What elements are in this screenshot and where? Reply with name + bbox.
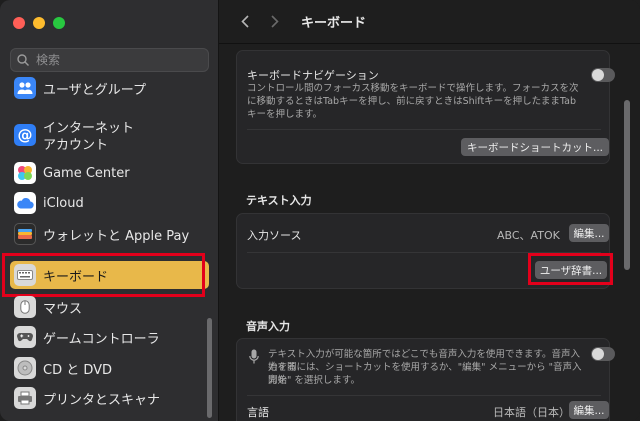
main-scrollbar[interactable] bbox=[624, 100, 630, 270]
sidebar-item-mouse[interactable]: マウス bbox=[10, 295, 209, 319]
sidebar-item-label: アカウント bbox=[43, 138, 109, 153]
main-pane: キーボード キーボードナビゲーション コントロール間のフォーカス移動をキーボード… bbox=[219, 0, 640, 421]
sidebar-item-users-groups[interactable]: ユーザとグループ bbox=[10, 77, 209, 99]
sidebar-item-game-controllers[interactable]: ゲームコントローラ bbox=[10, 325, 209, 349]
sidebar-item-icloud[interactable]: iCloud bbox=[10, 191, 209, 215]
language-edit-button[interactable]: 編集... bbox=[569, 401, 609, 419]
input-source-value: ABC、ATOK bbox=[497, 229, 560, 242]
search-input[interactable] bbox=[34, 52, 198, 68]
sidebar-item-printers-scanners[interactable]: プリンタとスキャナ bbox=[10, 386, 209, 410]
keyboard-navigation-group: キーボードナビゲーション コントロール間のフォーカス移動をキーボードで操作します… bbox=[236, 50, 615, 164]
sidebar-item-label: マウス bbox=[43, 301, 83, 317]
gamepad-icon bbox=[14, 326, 36, 348]
sidebar-item-cd-dvd[interactable]: CD と DVD bbox=[10, 356, 209, 380]
keyboard-shortcuts-button[interactable]: キーボードショートカット... bbox=[461, 138, 609, 156]
keyboard-navigation-label: キーボードナビゲーション bbox=[247, 69, 379, 82]
wallet-icon bbox=[14, 223, 36, 245]
back-chevron-icon[interactable] bbox=[235, 12, 255, 32]
divider bbox=[247, 395, 601, 396]
sidebar-item-wallet-apple-pay[interactable]: ウォレットと Apple Pay bbox=[10, 222, 209, 246]
sidebar-item-label: ウォレットと Apple Pay bbox=[43, 228, 190, 244]
search-icon bbox=[17, 54, 29, 66]
close-window-button[interactable] bbox=[13, 17, 25, 29]
text-input-section-title: テキスト入力 bbox=[246, 194, 312, 207]
input-source-label: 入力ソース bbox=[247, 229, 302, 242]
sidebar-item-label: ユーザとグループ bbox=[43, 82, 146, 98]
sidebar-item-label: インターネット bbox=[43, 121, 135, 136]
toolbar: キーボード bbox=[219, 0, 640, 44]
divider bbox=[247, 129, 601, 130]
cloud-icon bbox=[14, 192, 36, 214]
keyboard-navigation-description-2: に移動するときはTabキーを押し、前に戻すときはShiftキーを押したままTab bbox=[247, 96, 576, 107]
mouse-icon bbox=[14, 296, 36, 318]
search-field[interactable] bbox=[10, 48, 209, 72]
highlight-keyboard-item bbox=[2, 253, 205, 297]
disc-icon bbox=[14, 357, 36, 379]
sidebar-item-internet-accounts[interactable]: @ インターネット アカウント bbox=[10, 120, 209, 154]
keyboard-navigation-description-3: キーを押します。 bbox=[247, 109, 323, 120]
printer-icon bbox=[14, 387, 36, 409]
voice-input-toggle[interactable] bbox=[591, 347, 615, 361]
settings-window: ユーザとグループ @ インターネット アカウント Game Center iCl… bbox=[0, 0, 640, 421]
zoom-window-button[interactable] bbox=[53, 17, 65, 29]
sidebar-item-game-center[interactable]: Game Center bbox=[10, 161, 209, 185]
sidebar-scrollbar[interactable] bbox=[207, 318, 212, 418]
forward-chevron-icon[interactable] bbox=[265, 12, 285, 32]
voice-input-description-3: 開始" を選択します。 bbox=[268, 375, 360, 386]
highlight-user-dictionary-button bbox=[528, 253, 613, 285]
users-icon bbox=[14, 77, 36, 99]
game-center-icon bbox=[14, 162, 36, 184]
keyboard-navigation-toggle[interactable] bbox=[591, 68, 615, 82]
sidebar-item-label: ゲームコントローラ bbox=[43, 331, 160, 347]
sidebar: ユーザとグループ @ インターネット アカウント Game Center iCl… bbox=[0, 0, 219, 421]
voice-input-section-title: 音声入力 bbox=[246, 320, 290, 333]
language-label: 言語 bbox=[247, 406, 269, 419]
at-sign-icon: @ bbox=[14, 124, 36, 146]
sidebar-item-label: プリンタとスキャナ bbox=[43, 392, 161, 408]
page-title: キーボード bbox=[301, 16, 367, 31]
sidebar-item-label: Game Center bbox=[43, 165, 130, 181]
window-controls bbox=[13, 17, 65, 29]
language-value: 日本語（日本） bbox=[493, 406, 570, 419]
sidebar-item-label: iCloud bbox=[43, 195, 84, 211]
input-source-edit-button[interactable]: 編集... bbox=[569, 224, 609, 242]
keyboard-navigation-description-1: コントロール間のフォーカス移動をキーボードで操作します。フォーカスを次 bbox=[247, 83, 579, 94]
microphone-icon bbox=[249, 349, 259, 364]
voice-input-group: テキスト入力が可能な箇所ではどこでも音声入力を使用できます。音声入力を開 始する… bbox=[236, 338, 615, 421]
sidebar-item-label: CD と DVD bbox=[43, 362, 113, 378]
minimize-window-button[interactable] bbox=[33, 17, 45, 29]
